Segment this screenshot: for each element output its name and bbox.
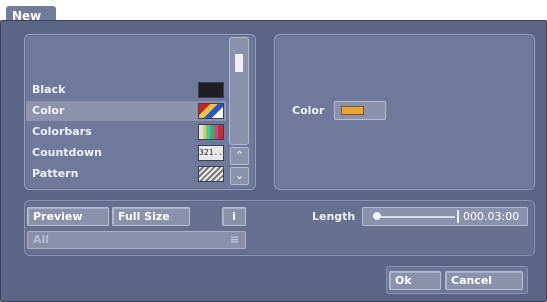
ok-button[interactable]: Ok — [389, 271, 441, 290]
info-icon: i — [232, 210, 236, 223]
list-item-label: Black — [32, 83, 66, 96]
filter-dropdown-value: All — [33, 233, 50, 246]
list-item-label: Pattern — [32, 167, 79, 180]
chevron-down-icon: ⌄ — [234, 169, 245, 182]
color-label: Color — [292, 104, 325, 117]
length-slider-handle[interactable] — [373, 212, 381, 220]
cancel-button[interactable]: Cancel — [445, 271, 523, 290]
color-picker-button[interactable] — [334, 101, 386, 120]
list-item-label: Colorbars — [32, 125, 92, 138]
length-slider-track — [373, 216, 455, 218]
list-scrollbar[interactable] — [229, 37, 249, 145]
list-item[interactable]: Colorbars — [26, 122, 226, 142]
pattern-swatch — [198, 166, 224, 182]
filter-dropdown[interactable]: All ≡ — [27, 231, 246, 249]
length-value: 000.03:00 — [463, 210, 520, 223]
list-item[interactable]: Black — [26, 80, 226, 100]
list-item[interactable]: Pattern — [26, 164, 226, 184]
color-swatch — [198, 103, 224, 119]
list-item[interactable]: Countdown — [26, 143, 226, 163]
color-value-swatch — [341, 106, 364, 115]
countdown-swatch: 321.. — [198, 145, 224, 161]
scrollbar-thumb[interactable] — [235, 54, 243, 72]
list-item-label: Color — [32, 104, 65, 117]
length-field[interactable]: 000.03:00 — [362, 207, 528, 226]
scroll-up-button[interactable]: ⌃ — [230, 147, 249, 165]
black-swatch — [198, 82, 224, 98]
chevron-up-icon: ⌃ — [234, 149, 245, 162]
info-button[interactable]: i — [222, 207, 246, 226]
colorbars-swatch — [198, 124, 224, 140]
fullsize-button[interactable]: Full Size — [112, 207, 190, 226]
list-item-label: Countdown — [32, 146, 102, 159]
length-label: Length — [312, 210, 356, 223]
menu-icon: ≡ — [229, 233, 239, 246]
length-slider-divider — [457, 210, 459, 223]
scroll-down-button[interactable]: ⌄ — [230, 167, 249, 185]
list-item[interactable]: Color — [26, 101, 226, 121]
preview-button[interactable]: Preview — [27, 207, 109, 226]
